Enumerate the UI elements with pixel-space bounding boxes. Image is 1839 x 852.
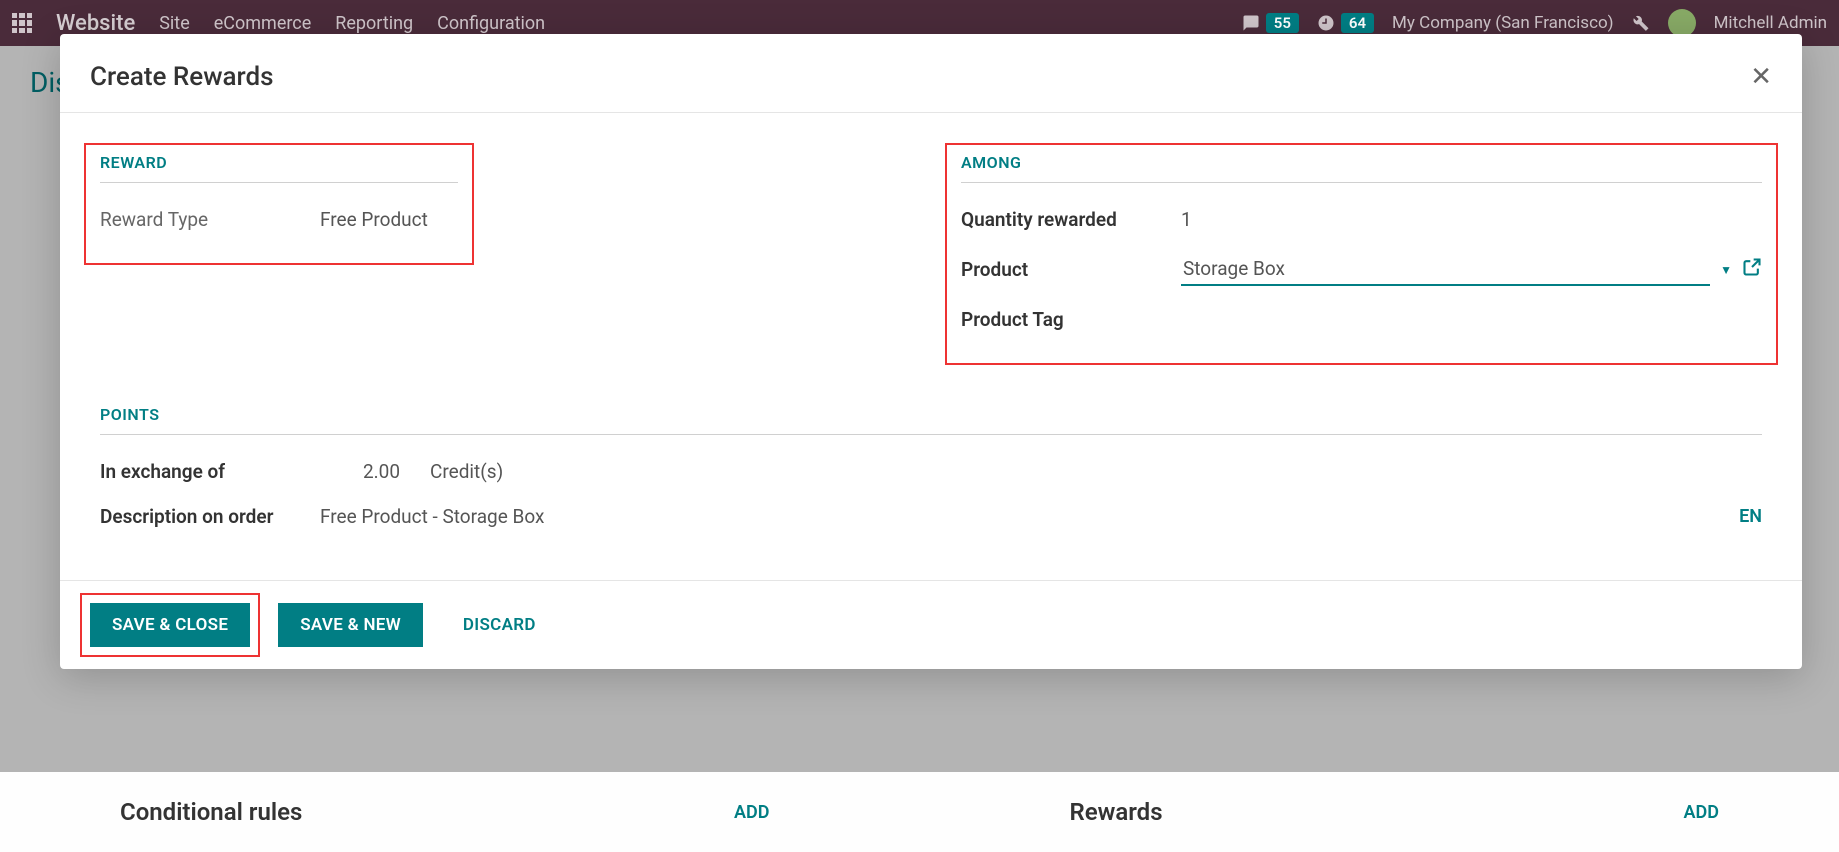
modal-footer: SAVE & CLOSE SAVE & NEW DISCARD (60, 580, 1802, 669)
save-new-button[interactable]: SAVE & NEW (278, 603, 423, 647)
save-close-highlight-box: SAVE & CLOSE (80, 593, 260, 657)
exchange-value[interactable]: 2.00 (320, 460, 430, 483)
points-section-label: POINTS (100, 405, 1762, 435)
among-highlight-box: AMONG Quantity rewarded 1 Product ▼ (945, 143, 1778, 365)
chat-icon (1242, 14, 1260, 32)
nav-reporting[interactable]: Reporting (335, 13, 413, 34)
create-rewards-modal: Create Rewards ✕ REWARD Reward Type Free… (60, 34, 1802, 669)
nav-configuration[interactable]: Configuration (437, 13, 545, 34)
qty-rewarded-value[interactable]: 1 (1181, 208, 1762, 231)
product-input[interactable] (1181, 253, 1710, 286)
reward-type-label: Reward Type (100, 208, 320, 231)
reward-type-value[interactable]: Free Product (320, 208, 458, 231)
topnav-right: 55 64 My Company (San Francisco) Mitchel… (1242, 9, 1827, 37)
messages-badge: 55 (1266, 13, 1299, 33)
description-value[interactable]: Free Product - Storage Box (320, 505, 1739, 528)
nav-site[interactable]: Site (159, 13, 190, 34)
company-selector[interactable]: My Company (San Francisco) (1392, 13, 1614, 33)
among-section-label: AMONG (961, 153, 1762, 183)
behind-add-reward[interactable]: ADD (1684, 802, 1719, 823)
behind-rewards-heading: Rewards (1070, 798, 1163, 826)
save-close-button[interactable]: SAVE & CLOSE (90, 603, 250, 647)
product-label: Product (961, 258, 1181, 281)
wrench-icon[interactable] (1632, 14, 1650, 32)
activities-indicator[interactable]: 64 (1317, 13, 1374, 33)
external-link-icon[interactable] (1742, 257, 1762, 282)
apps-icon[interactable] (12, 13, 32, 33)
reward-section-label: REWARD (100, 153, 458, 183)
brand[interactable]: Website (56, 11, 135, 36)
discard-button[interactable]: DISCARD (441, 603, 558, 647)
product-tag-label: Product Tag (961, 308, 1181, 331)
clock-icon (1317, 14, 1335, 32)
reward-highlight-box: REWARD Reward Type Free Product (84, 143, 474, 265)
messages-indicator[interactable]: 55 (1242, 13, 1299, 33)
activities-badge: 64 (1341, 13, 1374, 33)
user-name[interactable]: Mitchell Admin (1714, 13, 1827, 33)
exchange-unit: Credit(s) (430, 460, 503, 483)
close-icon[interactable]: ✕ (1750, 64, 1772, 90)
nav-ecommerce[interactable]: eCommerce (214, 13, 312, 34)
modal-title: Create Rewards (90, 62, 274, 92)
qty-rewarded-label: Quantity rewarded (961, 208, 1181, 231)
caret-down-icon[interactable]: ▼ (1720, 263, 1732, 277)
behind-conditional-heading: Conditional rules (120, 798, 302, 826)
modal-body: REWARD Reward Type Free Product AMONG Qu… (60, 113, 1802, 580)
modal-header: Create Rewards ✕ (60, 34, 1802, 113)
exchange-label: In exchange of (100, 460, 320, 483)
language-badge[interactable]: EN (1739, 506, 1762, 527)
points-section: POINTS In exchange of 2.00 Credit(s) Des… (100, 405, 1762, 550)
avatar[interactable] (1668, 9, 1696, 37)
description-label: Description on order (100, 505, 320, 528)
behind-add-rule[interactable]: ADD (734, 802, 769, 823)
behind-bottom-strip: Conditional rules ADD Rewards ADD (0, 772, 1839, 852)
